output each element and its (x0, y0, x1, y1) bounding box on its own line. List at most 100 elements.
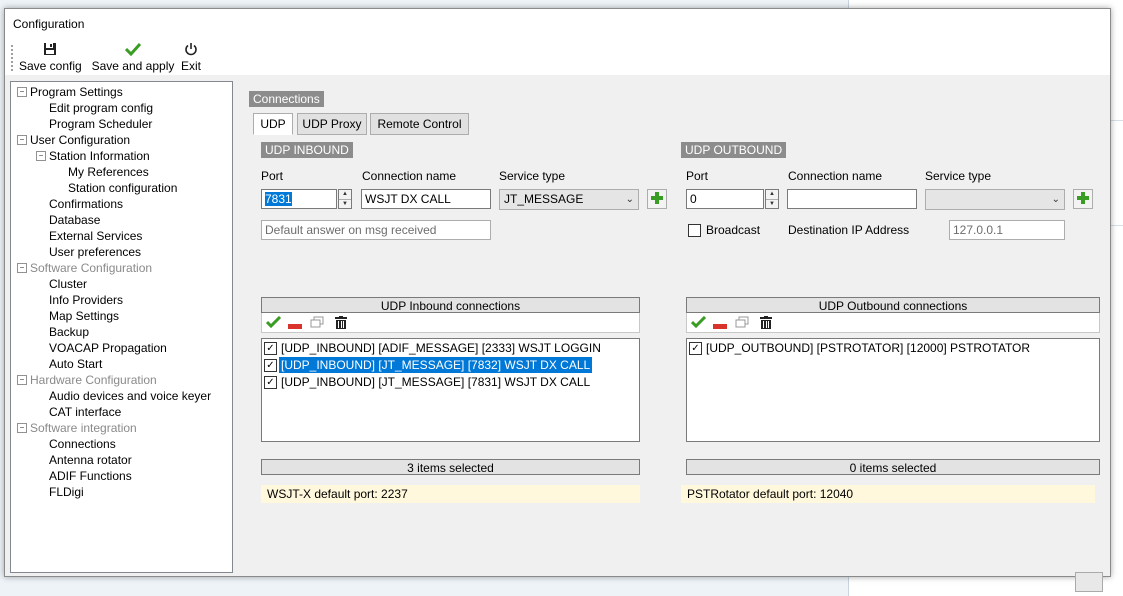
tree-item[interactable]: Program Settings (30, 84, 123, 100)
tree-item[interactable]: ADIF Functions (49, 468, 132, 484)
inbound-status: 3 items selected (261, 459, 640, 475)
default-answer-input[interactable]: Default answer on msg received (261, 220, 491, 240)
connections-group-label: Connections (249, 91, 324, 107)
destination-ip-label: Destination IP Address (788, 223, 910, 237)
settings-tree[interactable]: − Program Settings Edit program config Prog… (10, 81, 233, 573)
tree-expander-icon[interactable]: − (17, 87, 27, 97)
outbound-service-type-label: Service type (925, 169, 992, 183)
tree-item[interactable]: Info Providers (49, 292, 123, 308)
list-item-checkbox[interactable]: ✓ (264, 359, 277, 372)
outbound-port-label: Port (686, 169, 709, 183)
tree-item[interactable]: Connections (49, 436, 116, 452)
inbound-port-input[interactable]: 7831 (261, 189, 337, 209)
tree-item[interactable]: Hardware Configuration (30, 372, 157, 388)
tree-expander-icon[interactable]: − (17, 375, 27, 385)
tree-item[interactable]: User Configuration (30, 132, 130, 148)
title-bar: Configuration (5, 9, 1110, 39)
tree-item[interactable]: Station Information (49, 148, 150, 164)
plus-icon (1076, 191, 1090, 208)
checkmark-icon (91, 41, 175, 57)
tree-item[interactable]: Database (49, 212, 100, 228)
inbound-port-spinner[interactable]: ▲ ▼ (338, 189, 352, 209)
outbound-port-spinner[interactable]: ▲ ▼ (765, 189, 779, 209)
broadcast-label: Broadcast (706, 223, 761, 237)
save-and-apply-label: Save and apply (91, 59, 175, 73)
save-and-apply-button[interactable]: Save and apply (91, 41, 175, 73)
list-item-label: [UDP_INBOUND] [JT_MESSAGE] [7832] WSJT D… (279, 357, 593, 373)
toolbar-grip (11, 45, 15, 71)
add-outbound-button[interactable] (1073, 189, 1093, 209)
tree-item[interactable]: Backup (49, 324, 89, 340)
toolbar: Save config Save and apply Exit (5, 39, 1110, 75)
list-item-checkbox[interactable]: ✓ (264, 376, 277, 389)
trash-icon[interactable] (335, 316, 347, 332)
tree-item[interactable]: Software Configuration (30, 260, 152, 276)
tree-item[interactable]: Program Scheduler (49, 116, 152, 132)
chevron-down-icon: ⌄ (625, 194, 634, 205)
tree-item[interactable]: Software integration (30, 420, 137, 436)
list-item-label: [UDP_INBOUND] [JT_MESSAGE] [7831] WSJT D… (281, 375, 591, 389)
tree-item[interactable]: External Services (49, 228, 142, 244)
tree-item[interactable]: Cluster (49, 276, 87, 292)
inbound-connection-name-input[interactable]: WSJT DX CALL (361, 189, 491, 209)
plus-icon (650, 191, 664, 208)
power-icon (179, 41, 203, 57)
tree-item[interactable]: Auto Start (49, 356, 102, 372)
add-inbound-button[interactable] (647, 189, 667, 209)
outbound-list-toolbar (686, 313, 1100, 333)
outbound-default-port-note: PSTRotator default port: 12040 (681, 485, 1095, 503)
list-item-checkbox[interactable]: ✓ (689, 342, 702, 355)
tree-item[interactable]: User preferences (49, 244, 141, 260)
save-config-label: Save config (19, 59, 82, 73)
check-all-icon[interactable] (265, 315, 282, 331)
chevron-down-icon: ⌄ (1051, 194, 1060, 205)
tree-item[interactable]: Antenna rotator (49, 452, 132, 468)
tree-item[interactable]: CAT interface (49, 404, 121, 420)
exit-button[interactable]: Exit (179, 41, 203, 73)
remove-icon[interactable] (713, 319, 727, 333)
outbound-connections-list[interactable]: ✓ [UDP_OUTBOUND] [PSTROTATOR] [12000] PST… (686, 338, 1100, 442)
inbound-service-type-value: JT_MESSAGE (504, 192, 584, 206)
outbound-service-type-select[interactable]: ⌄ (925, 189, 1065, 210)
list-item-checkbox[interactable]: ✓ (264, 342, 277, 355)
tree-expander-icon[interactable]: − (17, 263, 27, 273)
outbound-status: 0 items selected (686, 459, 1100, 475)
tree-expander-icon[interactable]: − (17, 423, 27, 433)
tree-item[interactable]: FLDigi (49, 484, 84, 500)
tree-expander-icon[interactable]: − (17, 135, 27, 145)
tree-item[interactable]: VOACAP Propagation (49, 340, 167, 356)
tab-udp[interactable]: UDP (253, 113, 293, 135)
inbound-default-port-note: WSJT-X default port: 2237 (261, 485, 640, 503)
udp-inbound-header: UDP INBOUND (261, 142, 353, 158)
broadcast-checkbox[interactable] (688, 224, 701, 237)
tree-item[interactable]: Map Settings (49, 308, 119, 324)
outbound-port-input[interactable]: 0 (686, 189, 764, 209)
background-grid-icon (1075, 572, 1103, 592)
inbound-service-type-label: Service type (499, 169, 566, 183)
save-config-button[interactable]: Save config (19, 41, 82, 73)
tree-item[interactable]: My References (68, 164, 149, 180)
tree-item[interactable]: Edit program config (49, 100, 153, 116)
remove-icon[interactable] (288, 319, 302, 333)
udp-outbound-header: UDP OUTBOUND (681, 142, 787, 158)
tree-item[interactable]: Station configuration (68, 180, 177, 196)
outbound-connection-name-input[interactable] (787, 189, 917, 209)
tab-udp-proxy[interactable]: UDP Proxy (297, 113, 367, 135)
inbound-list-toolbar (261, 313, 640, 333)
list-item-label: [UDP_OUTBOUND] [PSTROTATOR] [12000] PSTR… (706, 341, 1031, 355)
inbound-connections-list[interactable]: ✓ [UDP_INBOUND] [ADIF_MESSAGE] [2333] WSJ… (261, 338, 640, 442)
copy-icon[interactable] (735, 316, 749, 331)
trash-icon[interactable] (760, 316, 772, 332)
tab-remote-control[interactable]: Remote Control (370, 113, 469, 135)
tree-item[interactable]: Audio devices and voice keyer (49, 388, 211, 404)
check-all-icon[interactable] (690, 315, 707, 331)
inbound-service-type-select[interactable]: JT_MESSAGE ⌄ (499, 189, 639, 210)
configuration-window: Configuration Save config Save and apply… (4, 8, 1111, 577)
tree-item[interactable]: Confirmations (49, 196, 123, 212)
outbound-connection-name-label: Connection name (788, 169, 883, 183)
copy-icon[interactable] (310, 316, 324, 331)
inbound-list-header: UDP Inbound connections (261, 297, 640, 313)
tree-expander-icon[interactable]: − (36, 151, 46, 161)
window-title: Configuration (13, 17, 85, 31)
destination-ip-input[interactable]: 127.0.0.1 (949, 220, 1065, 240)
